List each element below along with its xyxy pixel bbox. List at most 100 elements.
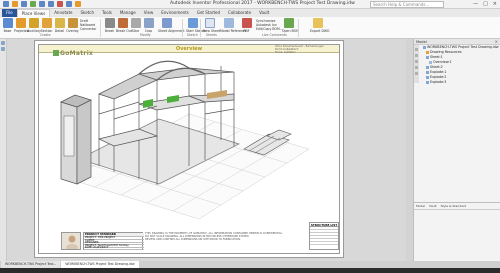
ribbon-separator: [200, 19, 201, 37]
tab-file[interactable]: File: [2, 9, 17, 17]
tab-tools[interactable]: Tools: [98, 9, 116, 17]
lower-tab-vault[interactable]: Vault: [429, 204, 437, 208]
sheet-icon: [426, 81, 429, 84]
undo-icon[interactable]: [39, 1, 45, 7]
break-icon: [104, 18, 115, 28]
new-file-icon[interactable]: [12, 1, 18, 7]
break-out-button[interactable]: Break Out: [116, 18, 132, 33]
view-cube-icon[interactable]: [1, 41, 5, 45]
open-bom-button[interactable]: Open BOM: [282, 18, 299, 33]
auxiliary-view-button[interactable]: Auxiliary: [27, 18, 41, 33]
view-icon: [429, 61, 432, 64]
open-file-icon[interactable]: [21, 1, 27, 7]
search-help-input[interactable]: Search Help & Commands...: [370, 1, 444, 8]
base-view-button[interactable]: Base: [1, 18, 14, 33]
product-photo: [61, 232, 81, 250]
edit-bom-item[interactable]: Edit/Copy BOM...: [256, 27, 283, 31]
tab-place-views[interactable]: Place Views: [16, 9, 51, 17]
section-view-icon: [41, 18, 52, 28]
lower-tab-model[interactable]: Model: [416, 204, 425, 208]
lower-tab-style-standard[interactable]: Style & Standard: [441, 204, 466, 208]
browser-side-strip: [414, 45, 419, 83]
expand-icon[interactable]: [415, 60, 418, 63]
overlay-view-icon: [67, 18, 78, 28]
drawing-notes: THIS DRAWING IS THE PROPERTY OF GOMATRIX…: [145, 232, 305, 250]
sheet-icon: [426, 66, 429, 69]
projected-view-button[interactable]: Projected: [14, 18, 29, 33]
tab-sketch[interactable]: Sketch: [77, 9, 98, 17]
slice-icon: [130, 18, 141, 28]
overlay-view-label: Overlay: [66, 29, 79, 33]
drawing-note: REVIEW AND CONFIRM ALL DIMENSIONS ON SIT…: [145, 238, 241, 241]
sheet-alignment-button[interactable]: Sheet Alignment: [158, 18, 185, 33]
connector-item[interactable]: Connector: [80, 27, 96, 31]
sheet-alignment-label: Sheet Alignment: [158, 29, 185, 33]
sketch-icon: [187, 18, 198, 28]
start-sketch-button[interactable]: Start Sketch: [186, 18, 206, 33]
canvas-scrollbar[interactable]: [406, 39, 413, 261]
group-modify-label: Modify: [140, 33, 151, 37]
update-icon[interactable]: [66, 1, 72, 7]
tree-item-explode-3[interactable]: Explode:3: [420, 80, 500, 85]
group-live-comments-label: Live Comments: [262, 33, 287, 37]
settings-icon[interactable]: [415, 66, 418, 69]
quick-access-toolbar: [3, 1, 81, 7]
slice-button[interactable]: Slice: [129, 18, 142, 33]
sheet-icon: [426, 76, 429, 79]
return-icon[interactable]: [57, 1, 63, 7]
document-tab-active[interactable]: WORKBENCH-TWS Project Test Drawing.idw: [61, 261, 139, 268]
base-view-label: Base: [3, 29, 12, 33]
menu-icon[interactable]: [415, 72, 418, 75]
pdf-label: PDF: [243, 29, 250, 33]
person-photo-icon: [62, 233, 80, 249]
save-icon[interactable]: [30, 1, 36, 7]
tab-collaborate[interactable]: Collaborate: [224, 9, 255, 17]
inventor-window: Autodesk Inventor Professional 2017 - WO…: [0, 0, 500, 273]
app-menu-icon[interactable]: [3, 1, 9, 7]
isometric-structure-view[interactable]: [39, 54, 339, 230]
group-create-label: Create: [40, 33, 51, 37]
export-dwg-button[interactable]: Export DWG: [310, 18, 330, 33]
maximize-button[interactable]: □: [483, 1, 488, 7]
live-comment-items: Synchronize Autodesk Inv Edit/Copy BOM..…: [256, 19, 283, 31]
model-reference-button[interactable]: Model Reference: [220, 18, 247, 33]
tab-view[interactable]: View: [140, 9, 158, 17]
browser-lower-panel: Model Vault Style & Standard: [414, 202, 500, 261]
window-controls: — □ ×: [473, 1, 497, 7]
tab-get-started[interactable]: Get Started: [193, 9, 224, 17]
break-button[interactable]: Break: [103, 18, 116, 33]
browser-lower-tabs: Model Vault Style & Standard: [414, 203, 500, 210]
detail-view-label: Detail: [54, 29, 65, 33]
tab-vault[interactable]: Vault: [255, 9, 273, 17]
minimize-button[interactable]: —: [473, 1, 478, 7]
drawing-sheet[interactable]: Overview GoMatrix Ohne Dokumentenart - B…: [34, 40, 344, 258]
group-sketch-label: Sketch: [187, 33, 198, 37]
section-view-button[interactable]: Section: [40, 18, 53, 33]
new-sheet-button[interactable]: New Sheet: [203, 18, 220, 33]
pan-icon[interactable]: [1, 47, 5, 51]
close-button[interactable]: ×: [493, 1, 497, 7]
alignment-icon: [162, 18, 172, 28]
sheet-icon: [426, 71, 429, 74]
tab-environments[interactable]: Environments: [157, 9, 193, 17]
browser-close-icon[interactable]: ×: [495, 39, 498, 44]
detail-view-button[interactable]: Detail: [53, 18, 66, 33]
new-sheet-icon: [204, 18, 215, 28]
redo-icon[interactable]: [48, 1, 54, 7]
status-bar: [0, 268, 500, 273]
tab-annotate[interactable]: Annotate: [50, 9, 76, 17]
tab-manage[interactable]: Manage: [116, 9, 140, 17]
browser-title-bar: Model ×: [414, 39, 500, 45]
document-tab[interactable]: WORKBENCH-TWS Project Test...: [1, 261, 61, 268]
ribbon-separator: [182, 19, 183, 37]
auxiliary-view-label: Auxiliary: [27, 29, 41, 33]
pdf-button[interactable]: PDF: [240, 18, 253, 33]
select-icon[interactable]: [75, 1, 81, 7]
filter-icon[interactable]: [415, 48, 418, 51]
search-icon[interactable]: [415, 54, 418, 57]
overlay-view-button[interactable]: Overlay: [66, 18, 79, 33]
ribbon-tabs: File Place Views Annotate Sketch Tools M…: [0, 9, 500, 17]
crop-button[interactable]: Crop: [142, 18, 155, 33]
folder-icon: [426, 51, 429, 54]
title-block-row: DATE: 01/01/2017: [84, 246, 144, 250]
